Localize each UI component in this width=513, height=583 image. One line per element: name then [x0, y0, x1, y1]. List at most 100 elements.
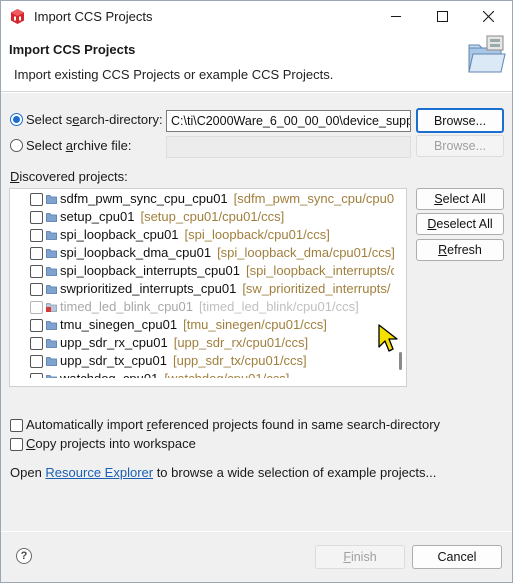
projects-horizontal-scrollbar[interactable]	[10, 378, 396, 386]
project-folder-icon	[46, 267, 57, 276]
archive-file-input[interactable]	[166, 136, 411, 158]
project-name: upp_sdr_rx_cpu01	[60, 335, 168, 350]
maximize-icon	[436, 11, 448, 22]
project-path: [sw_prioritized_interrupts/	[242, 281, 391, 296]
copy-into-workspace-label[interactable]: Copy projects into workspace	[26, 436, 196, 451]
project-folder-icon	[46, 195, 57, 204]
project-checkbox[interactable]	[30, 247, 43, 260]
project-label: spi_loopback_interrupts_cpu01 [spi_loopba…	[60, 263, 394, 278]
minimize-icon	[390, 16, 401, 17]
project-row[interactable]: upp_sdr_tx_cpu01 [upp_sdr_tx/cpu01/ccs]	[10, 352, 394, 370]
project-row[interactable]: spi_loopback_interrupts_cpu01 [spi_loopba…	[10, 262, 394, 280]
project-path: [tmu_sinegen/cpu01/ccs]	[183, 317, 327, 332]
search-directory-radio[interactable]	[10, 113, 23, 126]
project-label: upp_sdr_rx_cpu01 [upp_sdr_rx/cpu01/ccs]	[60, 335, 308, 350]
archive-file-radio[interactable]	[10, 139, 23, 152]
project-path: [spi_loopback_dma/cpu01/ccs]	[217, 245, 394, 260]
project-path: [timed_led_blink/cpu01/ccs]	[198, 299, 359, 314]
project-row[interactable]: tmu_sinegen_cpu01 [tmu_sinegen/cpu01/ccs]	[10, 316, 394, 334]
import-folder-icon	[468, 35, 506, 73]
discovered-projects-list[interactable]: sdfm_pwm_sync_cpu_cpu01 [sdfm_pwm_sync_cp…	[9, 188, 407, 387]
scrollbar-thumb[interactable]	[399, 352, 402, 370]
project-name: upp_sdr_tx_cpu01	[60, 353, 167, 368]
mouse-pointer-icon	[378, 324, 398, 352]
project-path: [upp_sdr_rx/cpu01/ccs]	[173, 335, 309, 350]
project-folder-icon	[46, 213, 57, 222]
project-checkbox[interactable]	[30, 265, 43, 278]
project-checkbox[interactable]	[30, 301, 43, 314]
browse-archive-button[interactable]: Browse...	[416, 135, 504, 157]
project-row[interactable]: sdfm_pwm_sync_cpu_cpu01 [sdfm_pwm_sync_cp…	[10, 190, 394, 208]
project-checkbox[interactable]	[30, 193, 43, 206]
refresh-button[interactable]: Refresh	[416, 239, 504, 261]
window-title: Import CCS Projects	[34, 9, 153, 24]
ccs-app-icon	[11, 9, 24, 24]
project-label: sdfm_pwm_sync_cpu_cpu01 [sdfm_pwm_sync_cp…	[60, 191, 394, 206]
project-folder-icon	[46, 357, 57, 366]
maximize-button[interactable]	[419, 1, 465, 32]
deselect-all-button[interactable]: Deselect All	[416, 213, 504, 235]
project-row[interactable]: spi_loopback_dma_cpu01 [spi_loopback_dma/…	[10, 244, 394, 262]
project-label: setup_cpu01 [setup_cpu01/cpu01/ccs]	[60, 209, 284, 224]
page-title: Import CCS Projects	[9, 42, 136, 57]
search-directory-label[interactable]: Select search-directory:	[26, 112, 163, 127]
project-name: spi_loopback_interrupts_cpu01	[60, 263, 240, 278]
project-row[interactable]: swprioritized_interrupts_cpu01 [sw_priori…	[10, 280, 394, 298]
project-label: spi_loopback_cpu01 [spi_loopback/cpu01/cc…	[60, 227, 330, 242]
minimize-button[interactable]	[373, 1, 419, 32]
project-label: timed_led_blink_cpu01 [timed_led_blink/cp…	[60, 299, 359, 314]
close-icon	[482, 11, 494, 22]
select-all-button[interactable]: Select All	[416, 188, 504, 210]
project-path: [spi_loopback/cpu01/ccs]	[184, 227, 330, 242]
project-path: [upp_sdr_tx/cpu01/ccs]	[172, 353, 307, 368]
project-folder-icon	[46, 249, 57, 258]
copy-into-workspace-checkbox[interactable]	[10, 438, 23, 451]
page-description: Import existing CCS Projects or example …	[14, 67, 334, 82]
project-name: sdfm_pwm_sync_cpu_cpu01	[60, 191, 228, 206]
project-checkbox[interactable]	[30, 319, 43, 332]
wizard-header: Import CCS Projects Import existing CCS …	[1, 32, 512, 92]
search-directory-input[interactable]: C:\ti\C2000Ware_6_00_00_00\device_supp	[166, 110, 411, 132]
project-label: tmu_sinegen_cpu01 [tmu_sinegen/cpu01/ccs]	[60, 317, 327, 332]
project-folder-icon	[46, 321, 57, 330]
import-dialog: Import CCS Projects Import CCS Projects …	[0, 0, 513, 583]
project-row[interactable]: upp_sdr_rx_cpu01 [upp_sdr_rx/cpu01/ccs]	[10, 334, 394, 352]
project-folder-icon	[46, 231, 57, 240]
finish-button[interactable]: Finish	[315, 545, 405, 569]
project-row[interactable]: timed_led_blink_cpu01 [timed_led_blink/cp…	[10, 298, 394, 316]
archive-file-label[interactable]: Select archive file:	[26, 138, 132, 153]
project-folder-icon	[46, 339, 57, 348]
project-name: spi_loopback_dma_cpu01	[60, 245, 212, 260]
browse-directory-button[interactable]: Browse...	[416, 108, 504, 133]
project-path: [spi_loopback_interrupts/c	[245, 263, 394, 278]
project-label: upp_sdr_tx_cpu01 [upp_sdr_tx/cpu01/ccs]	[60, 353, 307, 368]
project-name: swprioritized_interrupts_cpu01	[60, 281, 237, 296]
project-path: [setup_cpu01/cpu01/ccs]	[140, 209, 285, 224]
cancel-button[interactable]: Cancel	[412, 545, 502, 569]
auto-import-checkbox[interactable]	[10, 419, 23, 432]
project-name: setup_cpu01	[60, 209, 135, 224]
project-checkbox[interactable]	[30, 337, 43, 350]
project-row[interactable]: spi_loopback_cpu01 [spi_loopback/cpu01/cc…	[10, 226, 394, 244]
project-name: tmu_sinegen_cpu01	[60, 317, 178, 332]
auto-import-label[interactable]: Automatically import referenced projects…	[26, 417, 440, 432]
project-name: spi_loopback_cpu01	[60, 227, 179, 242]
project-label: swprioritized_interrupts_cpu01 [sw_priori…	[60, 281, 390, 296]
project-checkbox[interactable]	[30, 229, 43, 242]
project-closed-icon	[46, 303, 57, 312]
title-bar[interactable]: Import CCS Projects	[1, 1, 512, 32]
resource-explorer-link[interactable]: Resource Explorer	[45, 465, 153, 480]
project-row[interactable]: setup_cpu01 [setup_cpu01/cpu01/ccs]	[10, 208, 394, 226]
projects-vertical-scrollbar[interactable]	[395, 189, 406, 386]
project-checkbox[interactable]	[30, 283, 43, 296]
discovered-projects-label: Discovered projects:	[10, 169, 128, 184]
wizard-body: Select search-directory: C:\ti\C2000Ware…	[1, 93, 512, 531]
resource-explorer-text: Open Resource Explorer to browse a wide …	[10, 465, 437, 480]
project-label: spi_loopback_dma_cpu01 [spi_loopback_dma/…	[60, 245, 394, 260]
help-icon[interactable]: ?	[16, 548, 32, 564]
close-button[interactable]	[465, 1, 511, 32]
project-name: timed_led_blink_cpu01	[60, 299, 193, 314]
project-checkbox[interactable]	[30, 355, 43, 368]
wizard-footer: ? Finish Cancel	[1, 532, 512, 582]
project-checkbox[interactable]	[30, 211, 43, 224]
